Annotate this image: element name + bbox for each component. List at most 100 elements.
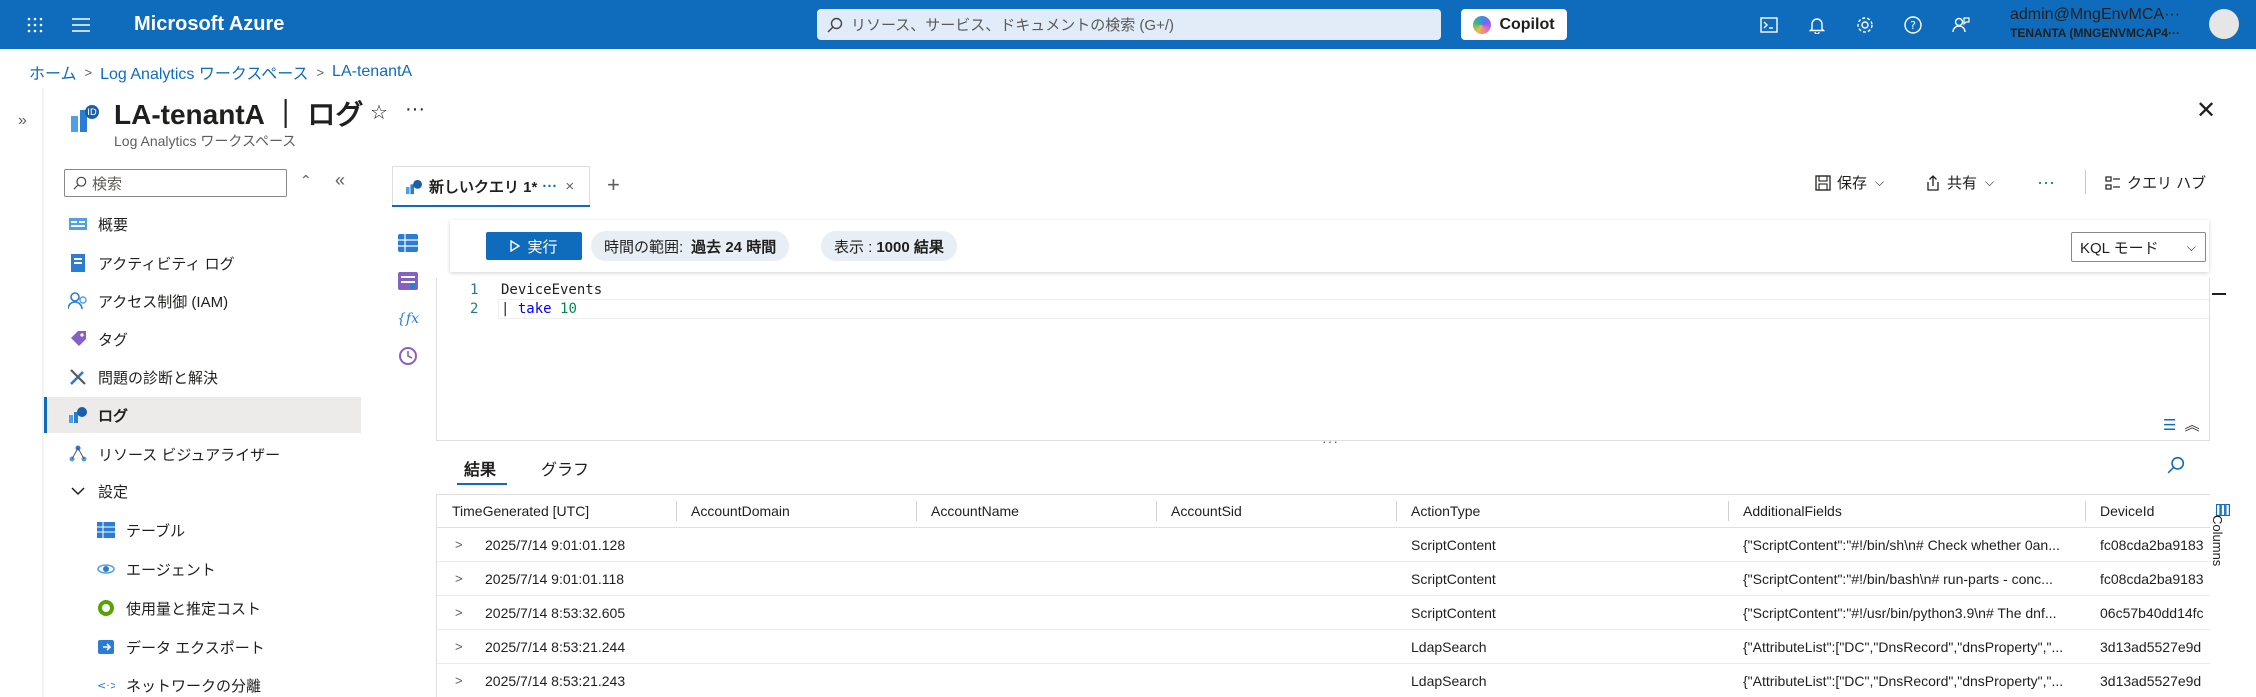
column-header-time-generated[interactable]: TimeGenerated [UTC] <box>452 495 589 527</box>
time-range-label: 時間の範囲: <box>604 238 684 256</box>
column-header-account-name[interactable]: AccountName <box>931 495 1019 527</box>
nav-item-diagnose[interactable]: 問題の診断と解決 <box>44 359 361 395</box>
nav-item-tags[interactable]: タグ <box>44 321 361 357</box>
activity-log-icon <box>66 251 90 275</box>
column-header-device-id[interactable]: DeviceId <box>2100 495 2154 527</box>
nav-item-label: 使用量と推定コスト <box>126 600 262 618</box>
history-icon[interactable] <box>396 344 420 368</box>
expand-row-icon[interactable]: > <box>455 537 463 552</box>
queries-panel-icon[interactable] <box>396 269 420 293</box>
chevron-down-icon: ⌵ <box>1875 175 1885 189</box>
app-launcher-icon[interactable] <box>12 0 58 49</box>
table-row[interactable]: > 2025/7/14 8:53:21.244 LdapSearch {"Att… <box>437 630 2210 664</box>
tab-chart[interactable]: グラフ <box>541 456 589 480</box>
results-search-icon[interactable] <box>2167 456 2185 478</box>
breadcrumb-home[interactable]: ホーム <box>29 60 77 84</box>
account-info[interactable]: admin@MngEnvMCA··· TENANTA (MNGENVMCAP4·… <box>2010 6 2210 42</box>
code-line-2[interactable]: | take 10 <box>501 301 577 317</box>
nav-item-activity-log[interactable]: アクティビティ ログ <box>44 245 361 281</box>
expand-row-icon[interactable]: > <box>455 673 463 688</box>
tab-underline <box>392 205 590 207</box>
global-search-input[interactable]: リソース、サービス、ドキュメントの検索 (G+/) <box>817 9 1441 40</box>
nav-item-label: データ エクスポート <box>126 639 265 657</box>
column-resize-handle[interactable] <box>1396 501 1397 521</box>
column-resize-handle[interactable] <box>1728 501 1729 521</box>
nav-item-agents[interactable]: エージェント <box>44 551 361 587</box>
share-icon <box>1927 174 1939 191</box>
network-icon: <·> <box>94 673 118 697</box>
query-tab-icon <box>406 179 422 194</box>
column-resize-handle[interactable] <box>2085 501 2086 521</box>
nav-item-label: 設定 <box>98 483 129 501</box>
column-header-account-domain[interactable]: AccountDomain <box>691 495 790 527</box>
nav-group-settings[interactable]: 設定 <box>44 473 361 509</box>
nav-item-tables[interactable]: テーブル <box>44 512 361 548</box>
breadcrumb-workspaces[interactable]: Log Analytics ワークスペース <box>100 60 308 84</box>
copilot-button[interactable]: Copilot <box>1461 9 1567 40</box>
format-query-icon[interactable]: ☰ <box>2163 417 2176 434</box>
tab-close-icon[interactable]: × <box>565 178 574 195</box>
add-tab-icon[interactable]: + <box>607 172 620 198</box>
query-hub-button[interactable]: クエリ ハブ <box>2105 172 2206 193</box>
expand-row-icon[interactable]: > <box>455 571 463 586</box>
result-limit-picker[interactable]: 表示 : 1000 結果 <box>821 231 957 261</box>
export-icon <box>94 635 118 659</box>
column-resize-handle[interactable] <box>1156 501 1157 521</box>
cloud-shell-icon[interactable] <box>1745 0 1793 49</box>
kql-mode-dropdown[interactable]: KQL モード ⌵ <box>2071 232 2206 262</box>
notifications-icon[interactable] <box>1793 0 1841 49</box>
nav-item-logs[interactable]: ログ <box>44 397 361 433</box>
tab-more-icon[interactable]: ··· <box>542 178 557 195</box>
columns-panel-label[interactable]: Columns <box>2210 515 2225 566</box>
nav-item-usage-cost[interactable]: 使用量と推定コスト <box>44 590 361 626</box>
editor-tools: ☰ ︽ <box>2163 414 2200 435</box>
help-icon[interactable]: ? <box>1889 0 1937 49</box>
nav-item-resource-visualizer[interactable]: リソース ビジュアライザー <box>44 436 361 472</box>
settings-gear-icon[interactable] <box>1841 0 1889 49</box>
functions-panel-icon[interactable]: {fx} <box>396 306 420 330</box>
favorite-star-icon[interactable]: ☆ <box>370 100 388 125</box>
time-range-picker[interactable]: 時間の範囲: 過去 24 時間 <box>591 231 790 261</box>
nav-item-data-export[interactable]: データ エクスポート <box>44 629 361 665</box>
table-row[interactable]: > 2025/7/14 8:53:21.243 LdapSearch {"Att… <box>437 664 2210 697</box>
expand-sidebar-icon[interactable]: » <box>18 112 27 130</box>
table-row[interactable]: > 2025/7/14 9:01:01.128 ScriptContent {"… <box>437 528 2210 562</box>
collapse-editor-icon[interactable]: ︽ <box>2185 417 2200 434</box>
brand-title[interactable]: Microsoft Azure <box>134 13 284 36</box>
run-button[interactable]: 実行 <box>486 232 582 260</box>
nav-item-label: 概要 <box>98 216 129 234</box>
table-row[interactable]: > 2025/7/14 9:01:01.118 ScriptContent {"… <box>437 562 2210 596</box>
column-resize-handle[interactable] <box>676 501 677 521</box>
column-resize-handle[interactable] <box>916 501 917 521</box>
more-commands-button[interactable]: ··· <box>2037 172 2055 193</box>
column-header-account-sid[interactable]: AccountSid <box>1171 495 1242 527</box>
collapse-nav-icon[interactable]: « <box>335 170 345 191</box>
tables-panel-icon[interactable] <box>396 231 420 255</box>
save-button[interactable]: 保存 ⌵ <box>1815 172 1884 193</box>
tab-label: 新しいクエリ 1* <box>429 179 538 196</box>
search-icon <box>827 17 843 32</box>
tab-new-query[interactable]: 新しいクエリ 1* ··· × <box>392 166 590 206</box>
expand-row-icon[interactable]: > <box>455 605 463 620</box>
more-options-icon[interactable]: ··· <box>405 98 425 121</box>
query-hub-label: クエリ ハブ <box>2127 175 2207 192</box>
code-line-1[interactable]: DeviceEvents <box>501 282 602 298</box>
tab-results[interactable]: 結果 <box>464 456 496 480</box>
avatar[interactable] <box>2209 9 2239 39</box>
editor-scrollbar[interactable] <box>2209 278 2210 440</box>
column-header-action-type[interactable]: ActionType <box>1411 495 1480 527</box>
nav-item-network-isolation[interactable]: <·> ネットワークの分離 <box>44 667 361 697</box>
breadcrumb-workspace[interactable]: LA-tenantA <box>332 63 412 81</box>
expand-row-icon[interactable]: > <box>455 639 463 654</box>
share-button[interactable]: 共有 ⌵ <box>1925 172 1994 193</box>
portal-menu-icon[interactable] <box>58 0 104 49</box>
feedback-icon[interactable] <box>1937 0 1985 49</box>
nav-item-access-control[interactable]: アクセス制御 (IAM) <box>44 283 361 319</box>
table-row[interactable]: > 2025/7/14 8:53:32.605 ScriptContent {"… <box>437 596 2210 630</box>
nav-item-overview[interactable]: 概要 <box>44 206 361 242</box>
pane-splitter[interactable]: ··· <box>1322 433 1339 449</box>
close-icon[interactable]: ✕ <box>2196 96 2216 125</box>
sort-icon[interactable]: ⌃ <box>300 172 312 189</box>
nav-search-input[interactable]: 検索 <box>64 169 287 197</box>
column-header-additional-fields[interactable]: AdditionalFields <box>1743 495 1842 527</box>
